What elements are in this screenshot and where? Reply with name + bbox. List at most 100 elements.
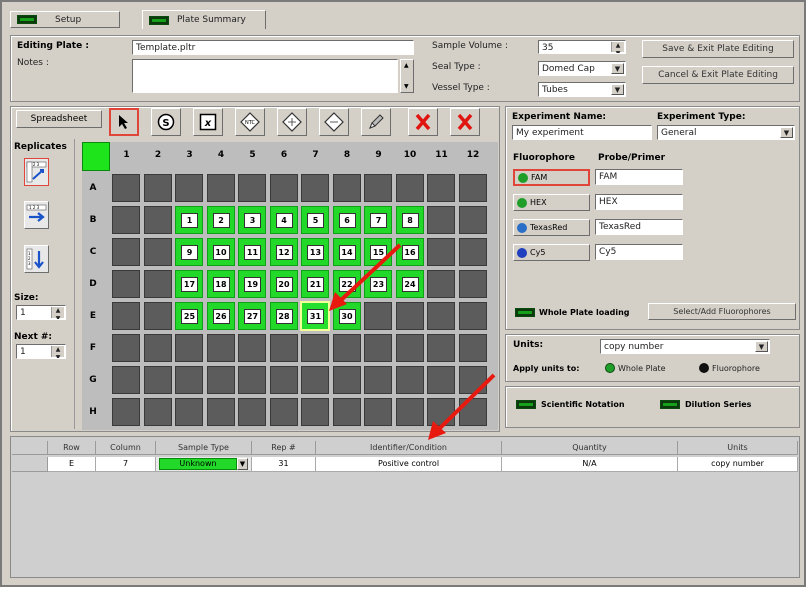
plate-column-header[interactable]: 6 bbox=[269, 150, 300, 160]
plate-well[interactable] bbox=[143, 174, 172, 202]
plate-well[interactable] bbox=[301, 174, 329, 202]
plate-well[interactable]: 30 bbox=[332, 302, 361, 330]
column-header-row[interactable]: Row bbox=[48, 441, 96, 455]
plate-column-header[interactable]: 10 bbox=[395, 150, 426, 160]
plate-well[interactable]: 19 bbox=[238, 270, 266, 298]
plate-well[interactable]: 10 bbox=[206, 238, 235, 266]
column-header-rep[interactable]: Rep # bbox=[252, 441, 316, 455]
plate-well[interactable] bbox=[458, 334, 487, 362]
notes-field[interactable] bbox=[132, 59, 398, 93]
volume-spinner-icon[interactable]: ▲ ▼ bbox=[611, 42, 624, 53]
plate-well[interactable] bbox=[238, 398, 266, 426]
plate-well[interactable] bbox=[395, 302, 424, 330]
plate-column-header[interactable]: 7 bbox=[300, 150, 331, 160]
fluorophore-cy5-button[interactable]: Cy5 bbox=[513, 244, 590, 261]
sample-type-dropdown-icon[interactable]: ▼ bbox=[237, 458, 248, 470]
plate-well[interactable]: 13 bbox=[301, 238, 329, 266]
plate-well[interactable] bbox=[175, 334, 203, 362]
plate-well[interactable] bbox=[112, 398, 140, 426]
plate-well[interactable] bbox=[112, 206, 140, 234]
next-number-input[interactable]: 1 ▲ ▼ bbox=[16, 344, 66, 359]
seal-type-select[interactable]: Domed Cap ▼ bbox=[538, 61, 626, 76]
plate-well[interactable]: 1 bbox=[175, 206, 203, 234]
plate-well[interactable] bbox=[364, 366, 392, 394]
plate-row-header[interactable]: H bbox=[82, 407, 104, 417]
plate-column-header[interactable]: 1 bbox=[111, 150, 142, 160]
cell-sample-type[interactable]: Unknown ▼ bbox=[156, 457, 252, 472]
plate-well[interactable] bbox=[458, 366, 487, 394]
plate-well[interactable]: 12 bbox=[269, 238, 298, 266]
plate-well[interactable]: 31 bbox=[300, 301, 330, 331]
probe-fam-input[interactable]: FAM bbox=[595, 169, 683, 185]
fluorophore-fam-button[interactable]: FAM bbox=[513, 169, 590, 186]
plate-well[interactable] bbox=[206, 398, 235, 426]
plate-well[interactable] bbox=[364, 334, 392, 362]
plate-name-field[interactable]: Template.pltr bbox=[132, 40, 414, 55]
plate-well[interactable] bbox=[427, 398, 455, 426]
plate-well[interactable]: 26 bbox=[206, 302, 235, 330]
spreadsheet-button[interactable]: Spreadsheet bbox=[16, 110, 102, 128]
tab-setup[interactable]: Setup bbox=[10, 11, 120, 28]
plate-well[interactable] bbox=[143, 366, 172, 394]
plate-well[interactable] bbox=[301, 334, 329, 362]
select-tool-button[interactable] bbox=[109, 108, 139, 136]
scientific-notation-toggle[interactable]: Scientific Notation bbox=[516, 400, 625, 409]
experiment-type-dropdown-icon[interactable]: ▼ bbox=[780, 127, 793, 138]
plate-well[interactable]: 18 bbox=[206, 270, 235, 298]
plate-well[interactable] bbox=[112, 334, 140, 362]
vessel-type-select[interactable]: Tubes ▼ bbox=[538, 82, 626, 97]
plate-row-header[interactable]: G bbox=[82, 375, 104, 385]
plate-well[interactable] bbox=[143, 270, 172, 298]
cell-column[interactable]: 7 bbox=[96, 457, 156, 472]
plate-well[interactable] bbox=[143, 206, 172, 234]
plate-well[interactable]: 15 bbox=[364, 238, 392, 266]
seal-type-dropdown-icon[interactable]: ▼ bbox=[611, 63, 624, 74]
select-all-corner-button[interactable] bbox=[82, 142, 110, 171]
plate-well[interactable] bbox=[364, 398, 392, 426]
units-select[interactable]: copy number ▼ bbox=[600, 339, 770, 354]
plate-well[interactable] bbox=[301, 366, 329, 394]
plate-well[interactable]: 27 bbox=[238, 302, 266, 330]
plate-well[interactable] bbox=[112, 366, 140, 394]
cancel-exit-button[interactable]: Cancel & Exit Plate Editing bbox=[642, 66, 794, 84]
notes-scrollbar[interactable]: ▲ ▼ bbox=[400, 59, 414, 93]
plate-well[interactable]: 22 bbox=[332, 270, 361, 298]
apply-fluorophore-radio[interactable]: Fluorophore bbox=[699, 363, 760, 373]
plate-well[interactable] bbox=[301, 398, 329, 426]
plate-column-header[interactable]: 4 bbox=[206, 150, 237, 160]
positive-control-tool-button[interactable] bbox=[277, 108, 307, 136]
save-exit-button[interactable]: Save & Exit Plate Editing bbox=[642, 40, 794, 58]
plate-well[interactable] bbox=[332, 366, 361, 394]
plate-well[interactable] bbox=[332, 398, 361, 426]
next-spinner-icon[interactable]: ▲ ▼ bbox=[51, 346, 64, 358]
cell-identifier[interactable]: Positive control bbox=[316, 457, 502, 472]
plate-row-header[interactable]: D bbox=[82, 279, 104, 289]
cell-rep[interactable]: 31 bbox=[252, 457, 316, 472]
eraser-tool-button[interactable] bbox=[361, 108, 391, 136]
plate-row-header[interactable]: A bbox=[82, 183, 104, 193]
plate-well[interactable] bbox=[143, 398, 172, 426]
plate-well[interactable]: 16 bbox=[395, 238, 424, 266]
probe-hex-input[interactable]: HEX bbox=[595, 194, 683, 210]
plate-well[interactable] bbox=[175, 366, 203, 394]
plate-well[interactable] bbox=[269, 174, 298, 202]
plate-well[interactable] bbox=[427, 366, 455, 394]
plate-well[interactable]: 25 bbox=[175, 302, 203, 330]
cell-quantity[interactable]: N/A bbox=[502, 457, 678, 472]
plate-well[interactable] bbox=[269, 398, 298, 426]
plate-well[interactable] bbox=[269, 334, 298, 362]
plate-well[interactable] bbox=[143, 302, 172, 330]
unknown-tool-button[interactable]: x bbox=[193, 108, 223, 136]
plate-well[interactable]: 21 bbox=[301, 270, 329, 298]
plate-well[interactable] bbox=[364, 302, 392, 330]
clear-all-button[interactable] bbox=[450, 108, 480, 136]
column-header-units[interactable]: Units bbox=[678, 441, 798, 455]
plate-well[interactable] bbox=[395, 398, 424, 426]
plate-row-header[interactable]: C bbox=[82, 247, 104, 257]
plate-well[interactable] bbox=[143, 334, 172, 362]
plate-well[interactable]: 11 bbox=[238, 238, 266, 266]
plate-well[interactable]: 6 bbox=[332, 206, 361, 234]
select-add-fluorophores-button[interactable]: Select/Add Fluorophores bbox=[648, 303, 796, 320]
plate-well[interactable]: 14 bbox=[332, 238, 361, 266]
standard-tool-button[interactable]: S bbox=[151, 108, 181, 136]
